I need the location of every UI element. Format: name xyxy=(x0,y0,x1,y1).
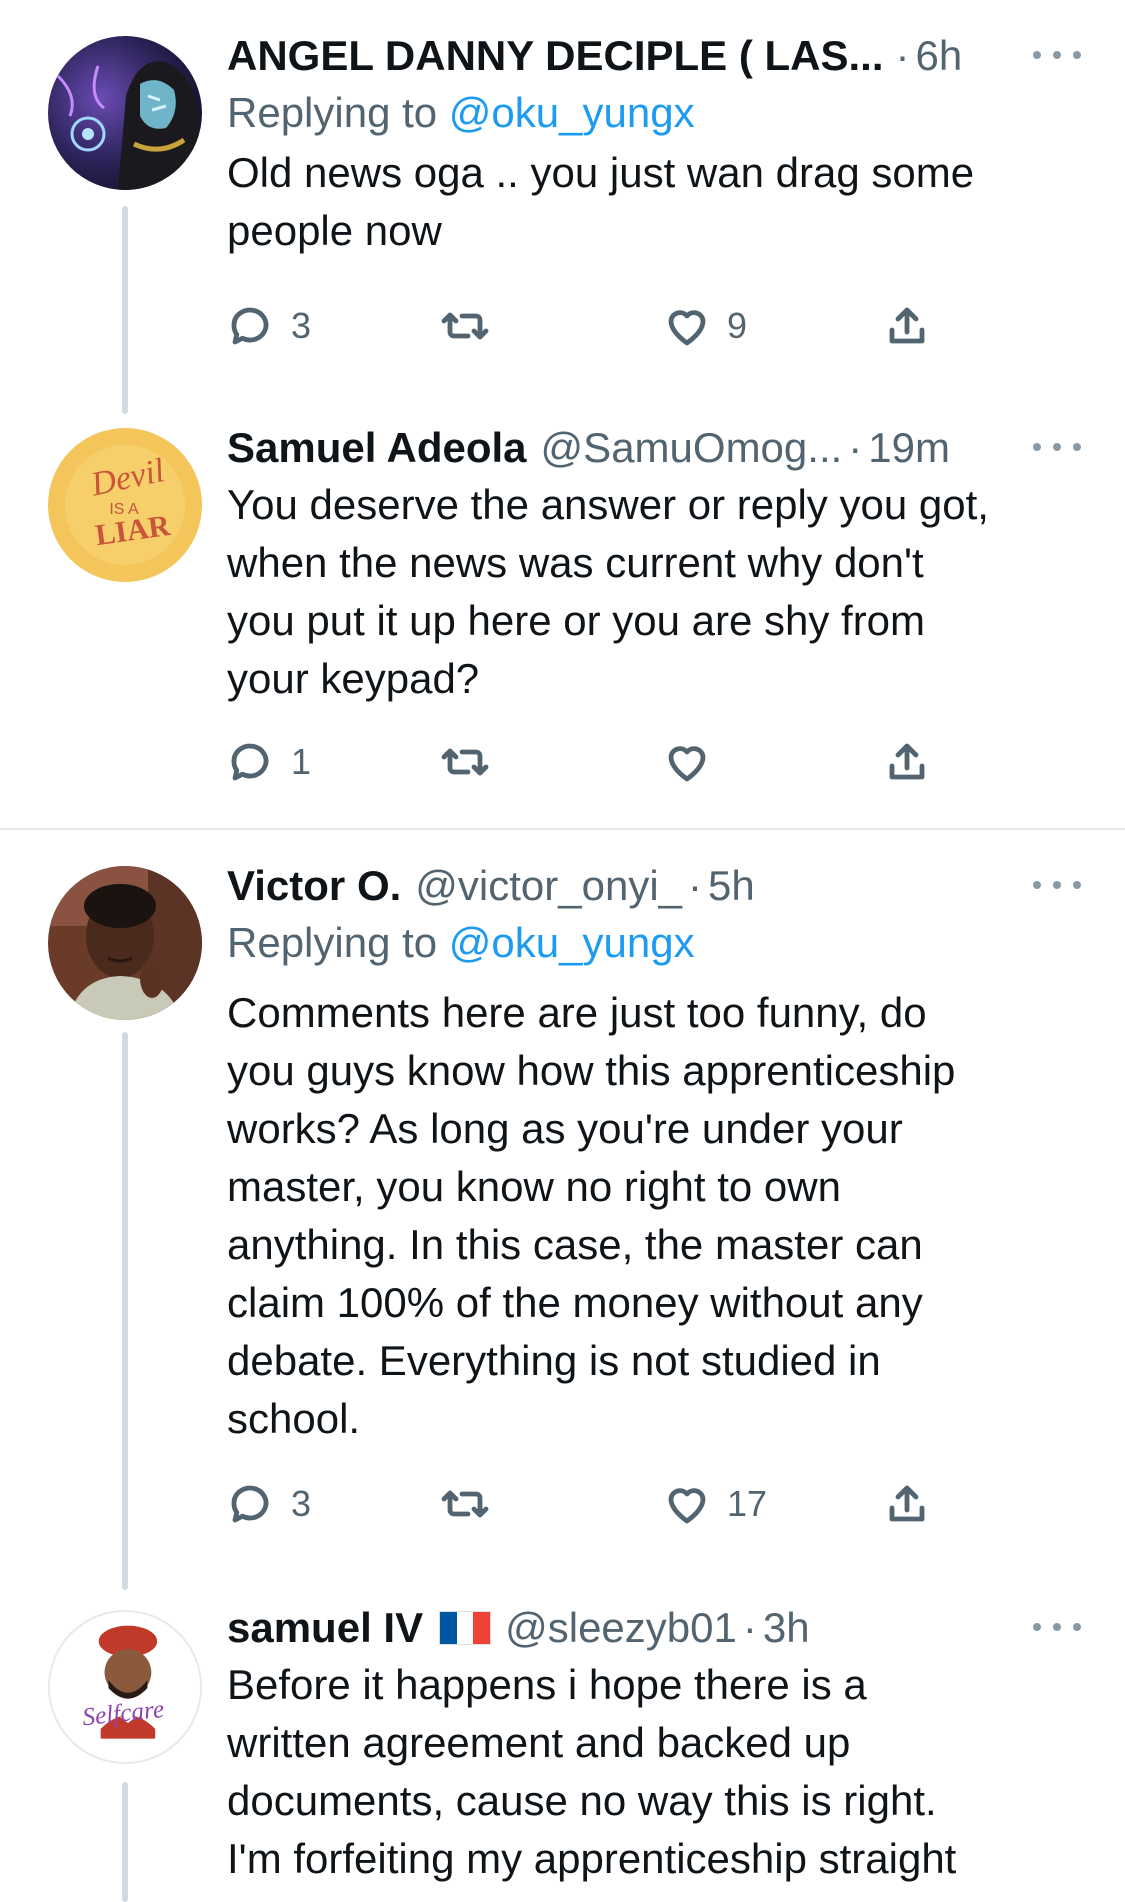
avatar[interactable]: Selfcare xyxy=(48,1610,202,1764)
replying-to: Replying to @oku_yungx xyxy=(227,914,1077,974)
user-handle[interactable]: @victor_onyi_ xyxy=(415,858,682,914)
more-icon[interactable] xyxy=(1033,1612,1081,1642)
more-icon[interactable] xyxy=(1033,870,1081,900)
like-count: 9 xyxy=(727,305,748,346)
separator-dot: · xyxy=(742,1604,757,1651)
like-button[interactable]: 17 xyxy=(663,1474,767,1534)
timestamp[interactable]: 6h xyxy=(916,28,963,84)
thread-line xyxy=(122,1032,128,1590)
avatar[interactable]: Devil IS A LIAR xyxy=(48,428,202,582)
replying-to-handle[interactable]: @oku_yungx xyxy=(449,89,695,136)
share-button[interactable] xyxy=(883,1474,931,1534)
thread-line xyxy=(122,1782,128,1902)
tweet-actions: 3 9 xyxy=(227,296,987,356)
reply-count: 3 xyxy=(291,1483,312,1524)
share-icon xyxy=(889,307,925,344)
display-name[interactable]: Samuel Adeola xyxy=(227,420,527,476)
more-icon[interactable] xyxy=(1033,432,1081,462)
timestamp[interactable]: 19m xyxy=(868,420,950,476)
separator-dot: · xyxy=(895,32,910,79)
retweet-button[interactable] xyxy=(441,296,505,356)
display-name[interactable]: Victor O. xyxy=(227,858,401,914)
share-button[interactable] xyxy=(883,296,931,356)
like-button[interactable] xyxy=(663,732,727,792)
reply-icon xyxy=(231,1485,269,1523)
separator-dot: · xyxy=(688,862,703,909)
retweet-icon xyxy=(441,748,489,776)
replying-to-handle[interactable]: @oku_yungx xyxy=(449,919,695,966)
like-icon xyxy=(668,1488,706,1524)
reply-count: 1 xyxy=(291,741,312,782)
flag-icon xyxy=(439,1611,492,1645)
share-icon xyxy=(889,743,925,780)
display-name[interactable]: ANGEL DANNY DECIPLE ( LAS... xyxy=(227,28,884,84)
like-button[interactable]: 9 xyxy=(663,296,747,356)
tweet-header: ANGEL DANNY DECIPLE ( LAS... · 6h xyxy=(227,28,1077,84)
tweet-text: Before it happens i hope there is a writ… xyxy=(227,1661,957,1882)
avatar[interactable] xyxy=(48,36,202,190)
tweet-header: Victor O. @victor_onyi_ · 5h xyxy=(227,858,1077,914)
user-handle[interactable]: @SamuOmog... xyxy=(541,420,843,476)
tweet-text: Old news oga .. you just wan drag some p… xyxy=(227,149,975,254)
replying-to-label: Replying to xyxy=(227,919,449,966)
tweet-header: Samuel Adeola @SamuOmog... · 19m xyxy=(227,420,1077,476)
thread-line xyxy=(122,206,128,414)
reply-icon xyxy=(231,307,269,345)
separator-dot: · xyxy=(848,424,863,471)
tweet-text: Comments here are just too funny, do you… xyxy=(227,989,956,1442)
retweet-button[interactable] xyxy=(441,732,505,792)
share-button[interactable] xyxy=(883,732,931,792)
reply-count: 3 xyxy=(291,305,312,346)
replying-to: Replying to @oku_yungx xyxy=(227,84,1077,144)
tweet-text: You deserve the answer or reply you got,… xyxy=(227,481,989,702)
reply-button[interactable]: 1 xyxy=(227,732,311,792)
tweet-actions: 1 xyxy=(227,732,987,792)
timestamp[interactable]: 3h xyxy=(763,1600,810,1656)
retweet-button[interactable] xyxy=(441,1474,505,1534)
reply-button[interactable]: 3 xyxy=(227,296,311,356)
divider xyxy=(0,828,1125,830)
like-count: 17 xyxy=(727,1483,768,1524)
like-icon xyxy=(668,746,706,782)
like-icon xyxy=(668,310,706,346)
user-handle[interactable]: @sleezyb01 xyxy=(505,1600,737,1656)
retweet-icon xyxy=(441,312,489,340)
display-name[interactable]: samuel IV xyxy=(227,1600,423,1656)
tweet-actions: 3 17 xyxy=(227,1474,987,1534)
replying-to-label: Replying to xyxy=(227,89,449,136)
reply-button[interactable]: 3 xyxy=(227,1474,311,1534)
share-icon xyxy=(889,1485,925,1522)
avatar[interactable] xyxy=(48,866,202,1020)
more-icon[interactable] xyxy=(1033,40,1081,70)
retweet-icon xyxy=(441,1490,489,1518)
reply-icon xyxy=(231,743,269,781)
timestamp[interactable]: 5h xyxy=(708,858,755,914)
tweet-header: samuel IV @sleezyb01 · 3h xyxy=(227,1600,1077,1656)
